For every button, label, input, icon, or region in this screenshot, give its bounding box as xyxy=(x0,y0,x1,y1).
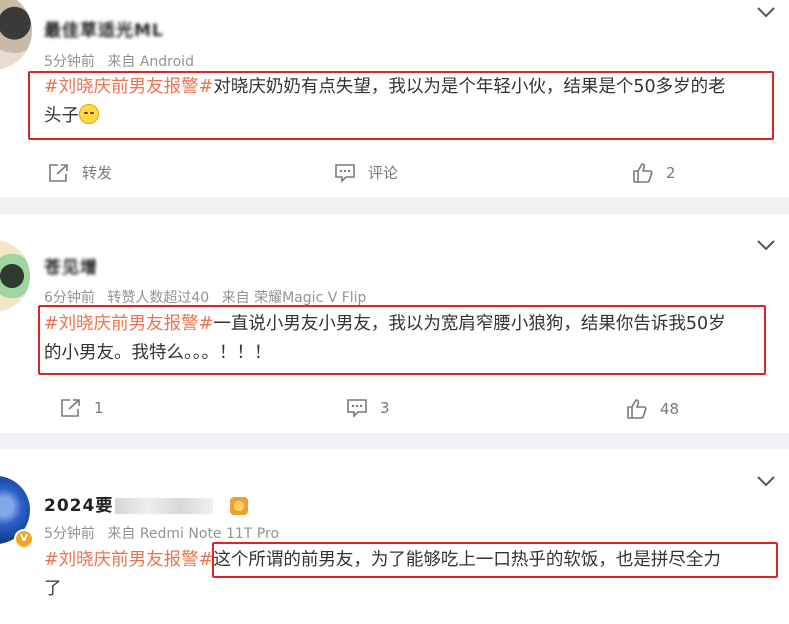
username[interactable]: 最佳草适光ML xyxy=(44,16,164,41)
comment-button[interactable]: 3 xyxy=(346,398,390,418)
comment-icon xyxy=(347,399,367,418)
post-meta: 5分钟前 来自 Android xyxy=(44,51,202,71)
post-meta: 5分钟前 来自 Redmi Note 11T Pro xyxy=(44,523,287,543)
highlight-box xyxy=(38,305,766,375)
avatar[interactable] xyxy=(0,0,32,70)
comment-label: 评论 xyxy=(368,164,399,182)
avatar[interactable] xyxy=(0,240,30,312)
verified-badge-icon: V xyxy=(14,529,34,549)
like-count: 48 xyxy=(660,400,680,418)
post-meta: 6分钟前 转赞人数超过40 来自 荣耀Magic V Flip xyxy=(44,287,374,307)
member-badge-icon xyxy=(230,497,249,515)
chevron-down-icon[interactable] xyxy=(756,474,776,488)
like-button[interactable]: 2 xyxy=(632,162,676,184)
repost-icon xyxy=(61,399,80,417)
comment-button[interactable]: 评论 xyxy=(334,162,398,183)
like-button[interactable]: 48 xyxy=(626,398,679,420)
highlight-box xyxy=(212,542,778,578)
source: 来自 荣耀Magic V Flip xyxy=(221,290,367,306)
post-card: V 2024要 5分钟前 来自 Redmi Note 11T Pro #刘晓庆前… xyxy=(0,449,789,624)
separator xyxy=(0,433,789,449)
highlight-box xyxy=(28,71,774,140)
like-icon xyxy=(627,399,647,419)
comment-icon xyxy=(335,163,355,183)
username[interactable]: 苍见增 xyxy=(44,253,98,278)
chevron-down-icon[interactable] xyxy=(756,5,776,19)
repost-button[interactable]: 1 xyxy=(60,398,104,418)
source: 来自 Android xyxy=(107,54,194,70)
post-card: 苍见增 6分钟前 转赞人数超过40 来自 荣耀Magic V Flip #刘晓庆… xyxy=(0,214,789,433)
hashtag-link[interactable]: #刘晓庆前男友报警# xyxy=(44,550,213,570)
source: 来自 Redmi Note 11T Pro xyxy=(107,526,280,542)
post-card: 最佳草适光ML 5分钟前 来自 Android #刘晓庆前男友报警#对晓庆奶奶有… xyxy=(0,0,789,197)
timestamp: 5分钟前 xyxy=(44,54,95,70)
repost-icon xyxy=(49,163,68,182)
repost-label: 转发 xyxy=(82,164,113,182)
username[interactable]: 2024要 xyxy=(44,491,249,516)
chevron-down-icon[interactable] xyxy=(756,238,776,252)
like-count: 2 xyxy=(666,164,676,182)
timestamp: 6分钟前 xyxy=(44,290,95,306)
separator xyxy=(0,197,789,214)
likes-note: 转赞人数超过40 xyxy=(107,290,210,306)
repost-count: 1 xyxy=(94,399,104,417)
comment-count: 3 xyxy=(380,399,390,417)
repost-button[interactable]: 转发 xyxy=(48,162,112,183)
like-icon xyxy=(633,163,653,183)
timestamp: 5分钟前 xyxy=(44,526,95,542)
